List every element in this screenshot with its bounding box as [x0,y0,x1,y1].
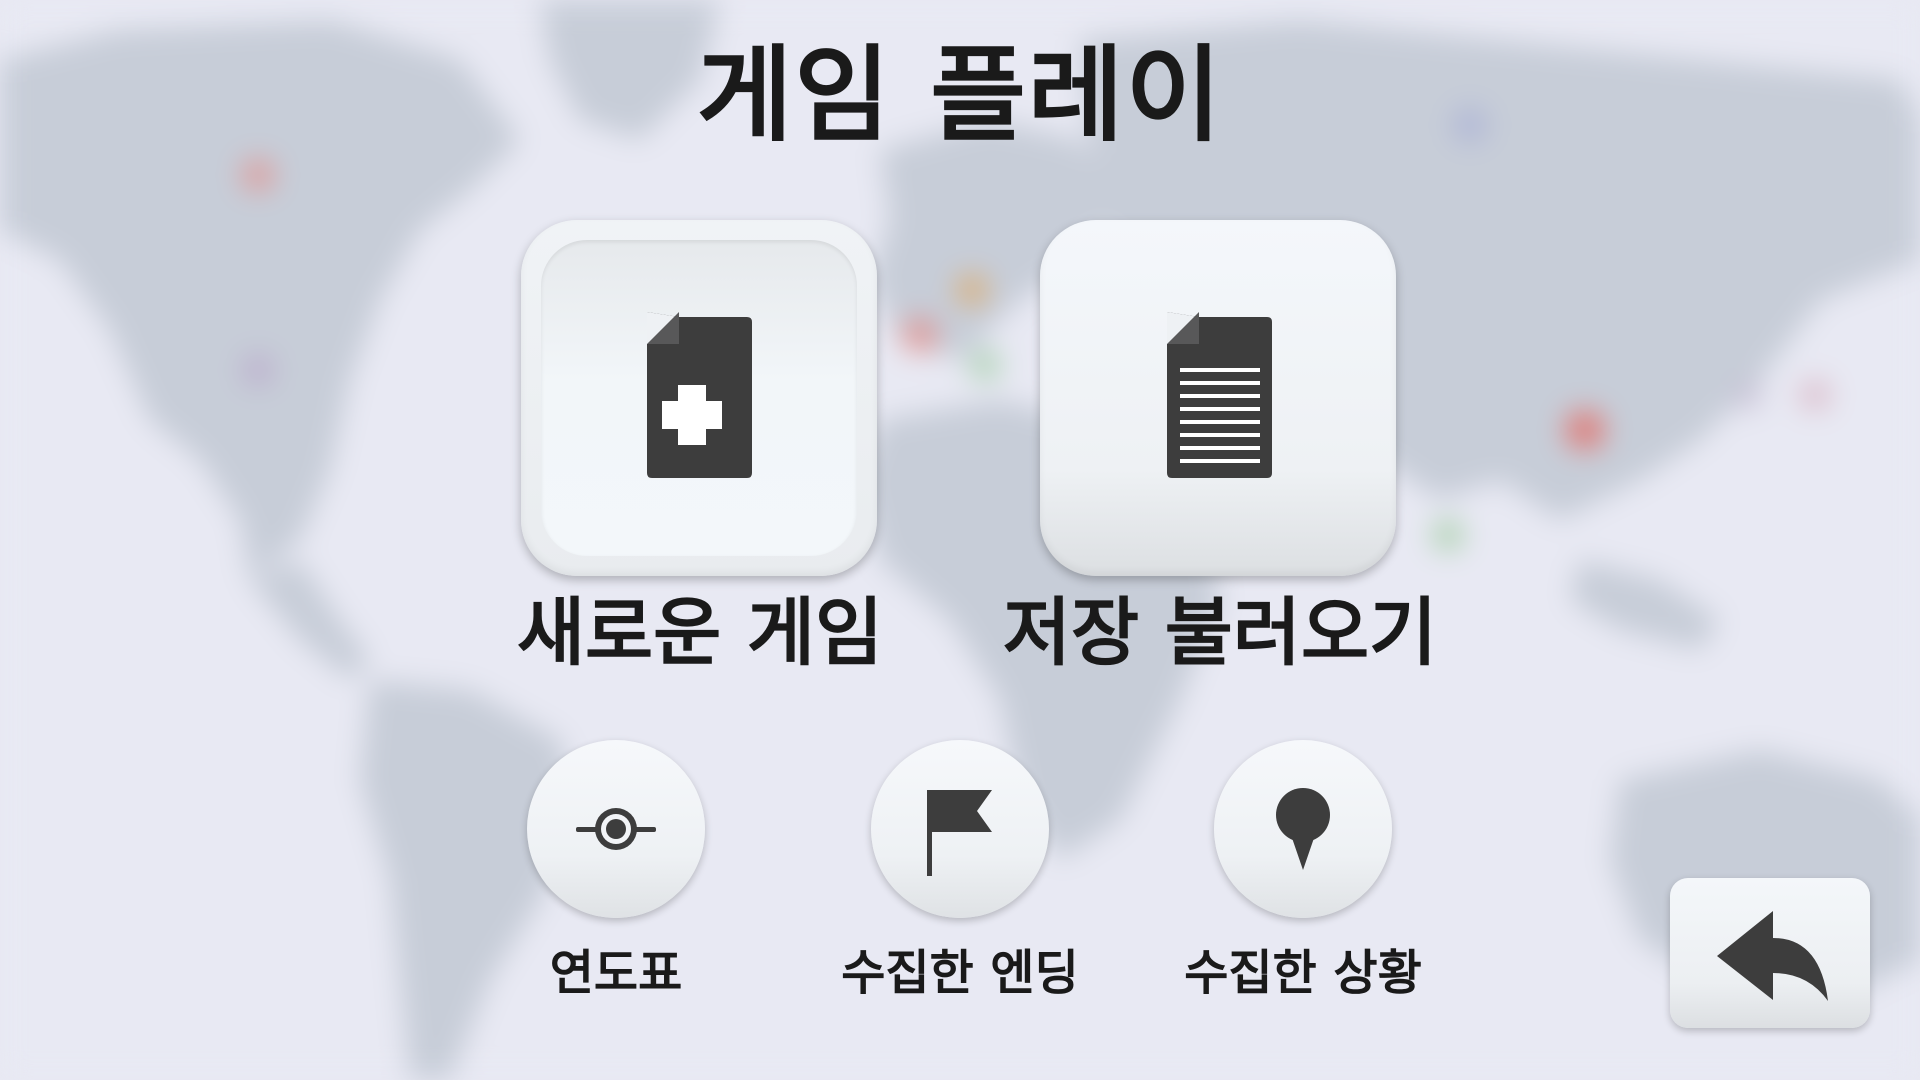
new-document-icon [647,312,752,478]
timeline-label: 연도표 [549,945,683,1001]
load-save-button[interactable] [1040,220,1396,576]
document-icon [1167,312,1272,478]
page-title: 게임 플레이 [696,34,1224,156]
flag-icon [927,790,992,876]
map-pin-icon [1276,788,1330,870]
endings-label: 수집한 엔딩 [841,945,1079,1001]
new-game-button[interactable] [521,220,877,576]
endings-button[interactable] [871,740,1049,918]
situations-label: 수집한 상황 [1184,945,1422,1001]
situations-button[interactable] [1214,740,1392,918]
timeline-button[interactable] [527,740,705,918]
back-button[interactable] [1670,878,1870,1028]
new-game-label: 새로운 게임 [516,590,884,676]
load-save-label: 저장 불러오기 [1002,590,1438,676]
back-arrow-icon [1717,911,1828,1001]
world-map-background [0,0,1920,1080]
timeline-node-icon [576,808,656,850]
